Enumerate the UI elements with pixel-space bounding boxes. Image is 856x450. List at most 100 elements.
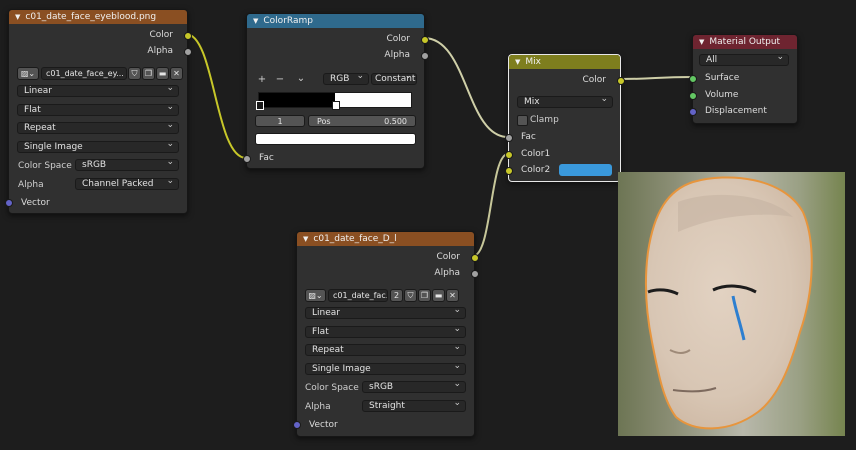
color-mode-dropdown[interactable]: RGB xyxy=(323,73,369,85)
ramp-interpolation-dropdown[interactable]: Constant xyxy=(371,73,417,85)
collapse-arrow-icon[interactable]: ▼ xyxy=(699,38,704,46)
ramp-stop-1-handle[interactable] xyxy=(332,101,340,110)
image-name-field[interactable]: c01_date_face_ey... xyxy=(41,67,127,80)
active-stop-index-field[interactable]: 1 xyxy=(255,115,305,127)
interpolation-dropdown[interactable]: Linear xyxy=(17,85,179,97)
source-dropdown[interactable]: Single Image xyxy=(17,141,179,153)
node-header[interactable]: ▼ ColorRamp xyxy=(247,14,424,28)
fake-user-button[interactable]: ⛉ xyxy=(128,67,141,80)
stop-color-swatch[interactable] xyxy=(255,133,416,145)
collapse-arrow-icon[interactable]: ▼ xyxy=(15,13,20,21)
close-icon: ✕ xyxy=(449,291,456,300)
stop-position-field[interactable]: Pos 0.500 xyxy=(308,115,416,127)
collapse-arrow-icon[interactable]: ▼ xyxy=(253,17,258,25)
input-surface-row: Surface xyxy=(693,71,797,85)
node-header[interactable]: ▼ c01_date_face_eyeblood.png xyxy=(9,10,187,24)
duplicate-image-button[interactable]: ❐ xyxy=(142,67,155,80)
link-image1-color-to-ramp-fac[interactable] xyxy=(185,33,247,159)
projection-dropdown[interactable]: Flat xyxy=(17,104,179,116)
image-icon: ▨⌄ xyxy=(308,291,323,300)
image-name-text: c01_date_face_ey... xyxy=(46,69,124,78)
color-space-label: Color Space xyxy=(305,383,359,393)
source-dropdown[interactable]: Single Image xyxy=(305,363,466,375)
unlink-image-button[interactable]: ✕ xyxy=(446,289,459,302)
node-title: ColorRamp xyxy=(263,16,313,26)
alpha-mode-label: Alpha xyxy=(305,402,331,412)
image-texture-node-face[interactable]: ▼ c01_date_face_D_l Color Alpha ▨⌄ c01_d… xyxy=(293,231,479,437)
collapse-arrow-icon[interactable]: ▼ xyxy=(303,235,308,243)
shield-icon: ⛉ xyxy=(131,68,138,78)
output-color-row: Color xyxy=(297,250,474,264)
remove-stop-button[interactable]: − xyxy=(273,73,287,85)
input-vector-label: Vector xyxy=(21,198,50,208)
output-alpha-label: Alpha xyxy=(384,50,410,60)
duplicate-icon: ❐ xyxy=(420,291,429,300)
input-volume-row: Volume xyxy=(693,88,797,102)
node-header[interactable]: ▼ c01_date_face_D_l xyxy=(297,232,474,246)
output-color-row: Color xyxy=(247,32,424,46)
output-alpha-socket[interactable] xyxy=(184,48,192,56)
link-ramp-color-to-mix-fac[interactable] xyxy=(423,37,509,138)
projection-value: Flat xyxy=(312,327,329,337)
image-browse-button[interactable]: ▨⌄ xyxy=(17,67,39,80)
projection-dropdown[interactable]: Flat xyxy=(305,326,466,338)
color-space-dropdown[interactable]: sRGB xyxy=(362,381,466,393)
image-texture-node-eyeblood[interactable]: ▼ c01_date_face_eyeblood.png Color Alpha… xyxy=(5,9,192,214)
image-users-count[interactable]: 2 xyxy=(390,289,403,302)
projection-value: Flat xyxy=(24,105,41,115)
interpolation-dropdown[interactable]: Linear xyxy=(305,307,466,319)
interpolation-value: Linear xyxy=(24,86,52,96)
blend-mode-dropdown[interactable]: Mix xyxy=(517,96,613,108)
output-color-label: Color xyxy=(386,34,411,44)
output-color-socket[interactable] xyxy=(184,32,192,40)
extension-dropdown[interactable]: Repeat xyxy=(305,344,466,356)
node-header[interactable]: ▼ Mix xyxy=(509,55,620,69)
color2-swatch[interactable] xyxy=(559,164,612,176)
output-color-label: Color xyxy=(149,30,174,40)
close-icon: ✕ xyxy=(173,69,180,78)
node-title: Material Output xyxy=(709,37,781,47)
input-volume-label: Volume xyxy=(705,90,739,100)
output-color-socket[interactable] xyxy=(617,77,625,85)
render-target-dropdown[interactable]: All xyxy=(699,54,789,66)
render-target-value: All xyxy=(706,55,718,65)
ramp-interpolation-value: Constant xyxy=(375,74,416,84)
add-stop-button[interactable]: + xyxy=(255,73,269,85)
output-alpha-row: Alpha xyxy=(9,44,187,58)
output-color-socket[interactable] xyxy=(471,254,479,262)
folder-icon: ▬ xyxy=(434,291,443,300)
color-ramp-node[interactable]: ▼ ColorRamp Color Alpha + − ⌄ RGB Consta… xyxy=(243,13,429,169)
collapse-arrow-icon[interactable]: ▼ xyxy=(515,58,520,66)
output-color-label: Color xyxy=(582,75,607,85)
unlink-image-button[interactable]: ✕ xyxy=(170,67,183,80)
clamp-checkbox[interactable] xyxy=(517,115,528,126)
fake-user-button[interactable]: ⛉ xyxy=(404,289,417,302)
link-mix-color-to-output-surface[interactable] xyxy=(619,76,693,80)
link-image2-color-to-mix-color1[interactable] xyxy=(472,153,509,257)
alpha-mode-dropdown[interactable]: Straight xyxy=(362,400,466,412)
source-value: Single Image xyxy=(312,364,371,374)
node-title: Mix xyxy=(525,57,541,67)
extension-dropdown[interactable]: Repeat xyxy=(17,122,179,134)
viewport-render-preview[interactable] xyxy=(618,172,845,436)
image-browse-button[interactable]: ▨⌄ xyxy=(305,289,326,302)
image-name-field[interactable]: c01_date_fac... xyxy=(328,289,388,302)
open-image-button[interactable]: ▬ xyxy=(432,289,445,302)
color-space-label: Color Space xyxy=(18,161,72,171)
alpha-mode-dropdown[interactable]: Channel Packed xyxy=(75,178,179,190)
color-space-dropdown[interactable]: sRGB xyxy=(75,159,179,171)
folder-icon: ▬ xyxy=(158,69,167,78)
open-image-button[interactable]: ▬ xyxy=(156,67,169,80)
output-alpha-socket[interactable] xyxy=(421,52,429,60)
material-output-node[interactable]: ▼ Material Output All Surface Volume Dis… xyxy=(689,34,798,124)
output-color-label: Color xyxy=(436,252,461,262)
input-fac-label: Fac xyxy=(259,153,274,163)
node-header[interactable]: ▼ Material Output xyxy=(693,35,797,49)
stop-position-label: Pos xyxy=(317,116,331,126)
duplicate-image-button[interactable]: ❐ xyxy=(418,289,431,302)
ramp-stop-0-handle[interactable] xyxy=(256,101,264,110)
ramp-menu-button[interactable]: ⌄ xyxy=(294,72,308,84)
mix-node[interactable]: ▼ Mix Color Mix Clamp Fac Color1 Color2 xyxy=(505,54,625,182)
output-alpha-socket[interactable] xyxy=(471,270,479,278)
output-color-socket[interactable] xyxy=(421,36,429,44)
